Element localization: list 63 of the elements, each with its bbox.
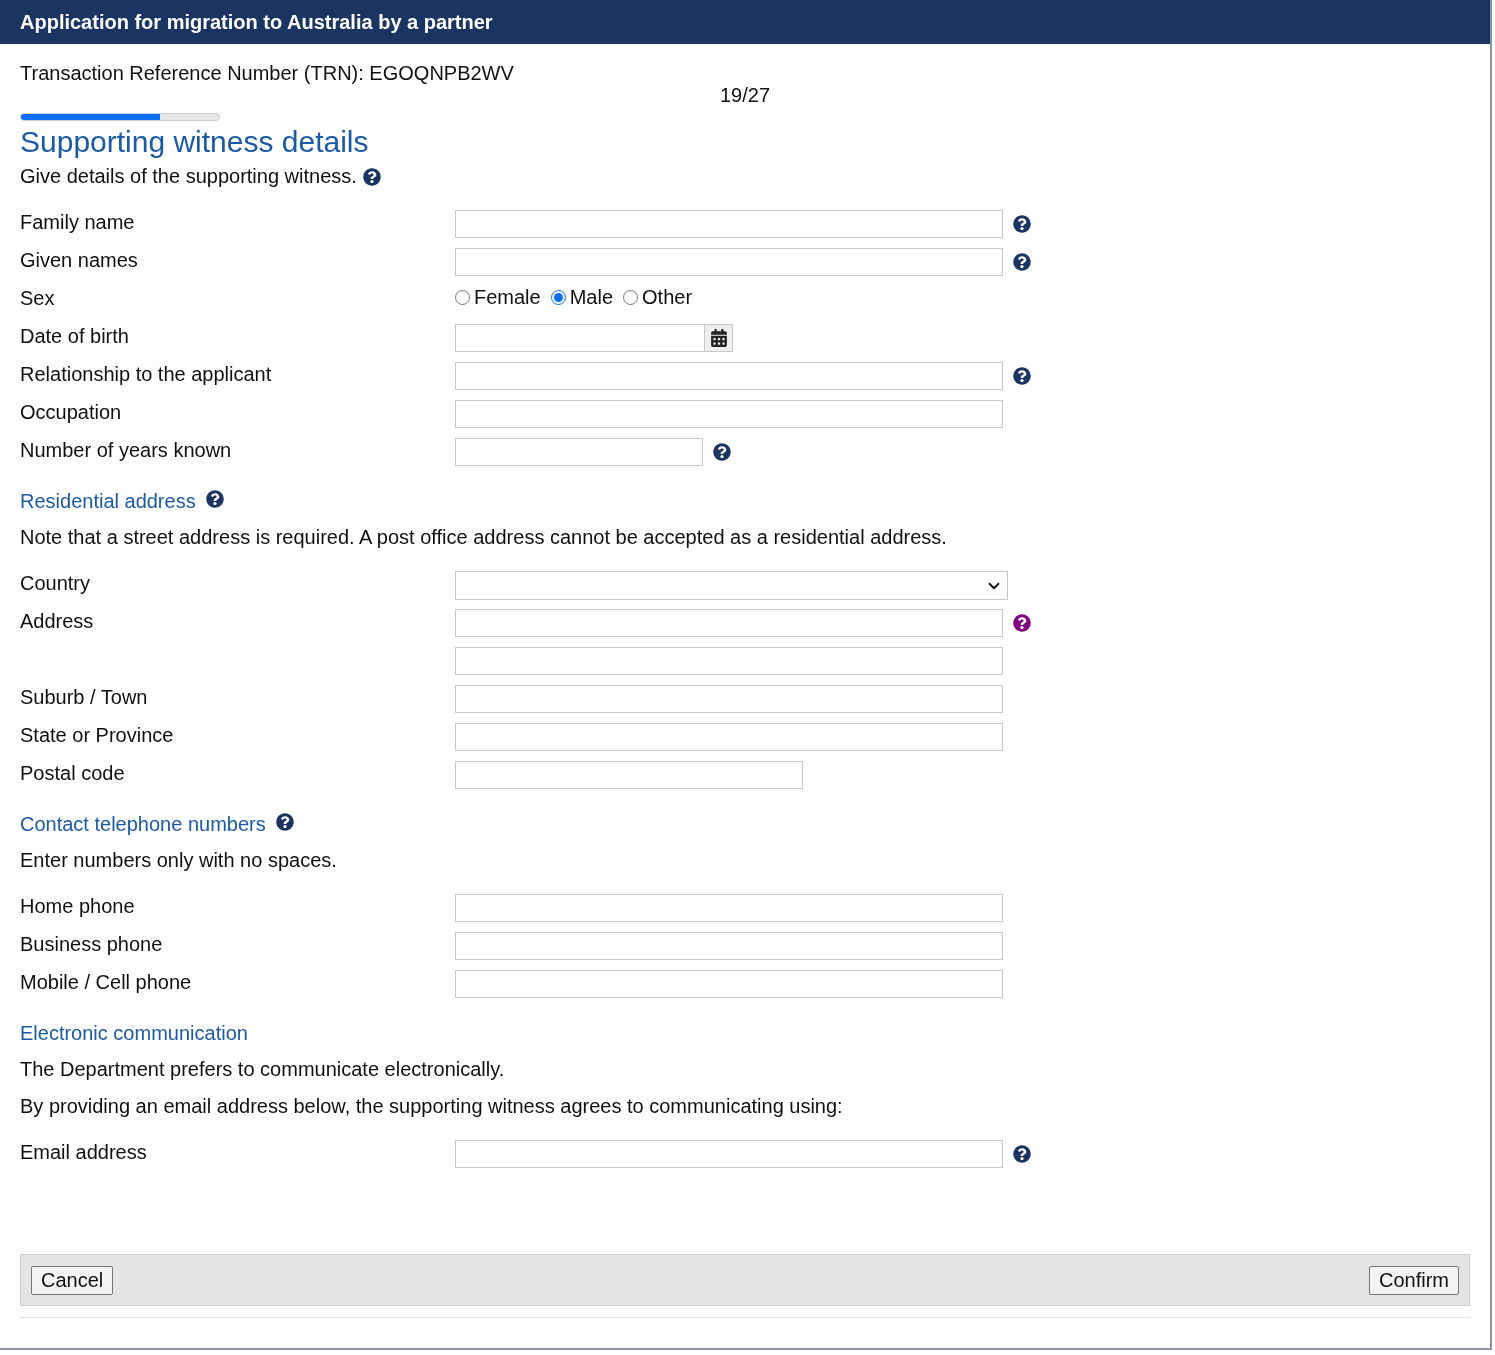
section-heading: Residential address [20,490,196,513]
text-field[interactable] [455,1140,1003,1168]
text-field[interactable] [455,970,1003,998]
text-field[interactable] [455,248,1003,276]
step-counter: 19/27 [719,84,771,107]
calendar-button[interactable] [705,324,733,352]
text-field[interactable] [455,400,1003,428]
radio-label[interactable]: Other [642,286,693,309]
calendar-icon [709,329,728,347]
text-field[interactable] [455,647,1003,675]
country-dropdown[interactable] [455,571,1008,600]
text-field[interactable] [455,932,1003,960]
field-label: Relationship to the applicant [20,362,273,386]
radio-label[interactable]: Male [569,286,614,309]
radio-button[interactable] [623,290,639,305]
date-field[interactable] [455,324,705,352]
text-field[interactable] [455,685,1003,713]
field-label: Home phone [20,894,136,918]
section-heading: Electronic communication [20,1022,248,1045]
help-icon[interactable] [1013,367,1031,385]
radio-label[interactable]: Female [474,286,541,309]
trn-text: Transaction Reference Number (TRN): EGOQNPB2WV [20,62,515,86]
help-icon[interactable] [362,167,381,186]
field-label: Sex [20,286,56,310]
field-label: Occupation [20,400,123,424]
window-title: Application for migration to Australia by a partner [0,0,1490,44]
text-field[interactable] [455,438,703,466]
field-label: Family name [20,210,136,234]
note-text: Give details of the supporting witness. [20,165,357,188]
field-label: Email address [20,1140,148,1164]
field-label: Suburb / Town [20,685,149,709]
help-icon[interactable] [1013,614,1031,632]
help-icon[interactable] [275,813,294,831]
note-text: Enter numbers only with no spaces. [20,849,337,872]
field-label: Mobile / Cell phone [20,970,193,994]
field-label: Address [20,609,95,633]
radio-button[interactable] [550,290,566,305]
help-icon[interactable] [1013,215,1031,233]
confirm-button[interactable]: Confirm [1369,1265,1459,1295]
help-icon[interactable] [1013,253,1031,271]
field-label: Number of years known [20,438,233,462]
text-field[interactable] [455,210,1003,238]
field-label: State or Province [20,723,175,747]
radio-button[interactable] [455,290,470,305]
field-label: Country [20,571,92,595]
page-heading: Supporting witness details [20,125,370,159]
note-text: Note that a street address is required. A post office address cannot be accepted as a residential address. [20,526,947,549]
field-label: Business phone [20,932,164,956]
text-field[interactable] [455,894,1003,922]
note-text: By providing an email address below, the supporting witness agrees to communicating using: [20,1095,843,1118]
note-text: The Department prefers to communicate electronically. [20,1058,505,1081]
field-label: Date of birth [20,324,130,348]
help-icon[interactable] [713,443,731,461]
help-icon[interactable] [205,490,224,508]
section-heading: Contact telephone numbers [20,813,266,836]
text-field[interactable] [455,761,803,789]
text-field[interactable] [455,723,1003,751]
text-field[interactable] [455,609,1003,637]
cancel-button[interactable]: Cancel [31,1265,114,1295]
field-label: Given names [20,248,139,272]
help-icon[interactable] [1013,1145,1031,1163]
text-field[interactable] [455,362,1003,390]
field-label: Postal code [20,761,126,785]
